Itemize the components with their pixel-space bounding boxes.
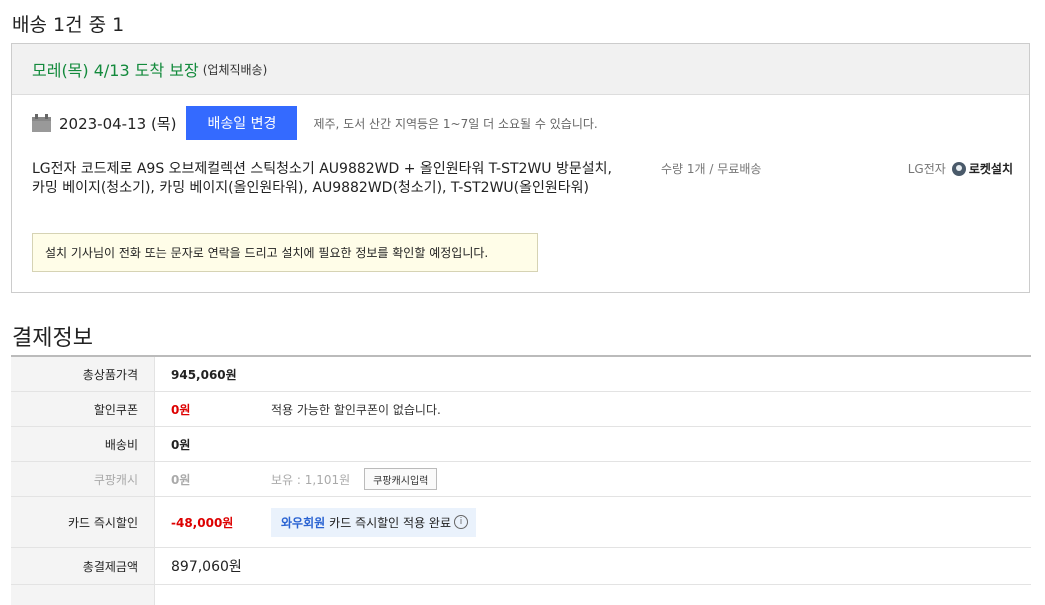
shipment-box: 모레(목) 4/13 도착 보장 (업체직배송) 2023-04-13 (목) … [11,43,1030,293]
rocket-install-label: 로켓설치 [968,162,1013,176]
wow-member-label: 와우회원 [281,515,326,530]
delivery-date-row: 2023-04-13 (목) 배송일 변경 제주, 도서 산간 지역등은 1~7… [32,106,598,140]
payment-row-product-total: 총상품가격 945,060원 [11,357,1031,392]
payment-row-shipping: 배송비 0원 [11,427,1031,462]
info-icon[interactable]: i [454,515,469,529]
coupon-note: 적용 가능한 할인쿠폰이 없습니다. [271,402,441,417]
cash-balance-area: 보유 : 1,101원 쿠팡캐시입력 [271,468,438,490]
seller-info: LG전자 로켓설치 [908,160,1013,177]
payment-value: 0원 [171,437,191,452]
payment-row-coupon: 할인쿠폰 0원 적용 가능한 할인쿠폰이 없습니다. [11,392,1031,427]
payment-label: 카드 즉시할인 [11,497,155,547]
payment-section-title: 결제정보 [12,326,93,351]
rocket-install-badge: 로켓설치 [951,160,1013,177]
payment-row-total: 총결제금액 897,060원 [11,548,1031,585]
payment-value: 945,060원 [171,367,237,382]
payment-value: 0원 [171,402,191,417]
payment-value: -48,000원 [171,515,234,530]
payment-value: 897,060원 [171,559,242,575]
payment-row-extra [11,585,1031,605]
arrival-guarantee: 모레(목) 4/13 도착 보장 [32,61,199,80]
payment-label: 할인쿠폰 [11,392,155,426]
payment-label: 배송비 [11,427,155,461]
shipment-header: 모레(목) 4/13 도착 보장 (업체직배송) [12,44,1029,95]
calendar-icon [32,114,51,132]
payment-value: 0원 [171,472,191,487]
quantity-shipping: 수량 1개 / 무료배송 [661,162,762,176]
coupang-cash-input-button[interactable]: 쿠팡캐시입력 [364,468,438,490]
delivery-date: 2023-04-13 (목) [59,114,177,133]
install-notice-text: 설치 기사님이 전화 또는 문자로 연락을 드리고 설치에 필요한 정보를 확인… [45,246,489,260]
remote-area-note: 제주, 도서 산간 지역등은 1~7일 더 소요될 수 있습니다. [313,116,598,131]
seller-name: LG전자 [907,162,946,176]
shipment-section-title: 배송 1건 중 1 [12,14,125,36]
payment-row-cash: 쿠팡캐시 0원 보유 : 1,101원 쿠팡캐시입력 [11,462,1031,497]
payment-label: 총결제금액 [11,548,155,584]
product-name: LG전자 코드제로 A9S 오브제컬렉션 스틱청소기 AU9882WD + 올인… [32,161,612,196]
wow-discount-badge: 와우회원 카드 즉시할인 적용 완료 i [271,507,477,537]
cash-balance: 보유 : 1,101원 [271,472,351,487]
payment-label-empty [11,585,155,605]
shipping-type: (업체직배송) [202,62,268,77]
payment-row-card-discount: 카드 즉시할인 -48,000원 와우회원 카드 즉시할인 적용 완료 i [11,497,1031,548]
change-delivery-date-button[interactable]: 배송일 변경 [186,106,298,140]
wow-discount-text: 카드 즉시할인 적용 완료 [329,515,452,530]
payment-label: 총상품가격 [11,357,155,391]
payment-table: 총상품가격 945,060원 할인쿠폰 0원 적용 가능한 할인쿠폰이 없습니다… [11,355,1031,605]
payment-label: 쿠팡캐시 [11,462,155,496]
rocket-install-icon [951,161,966,176]
install-notice: 설치 기사님이 전화 또는 문자로 연락을 드리고 설치에 필요한 정보를 확인… [32,233,538,272]
